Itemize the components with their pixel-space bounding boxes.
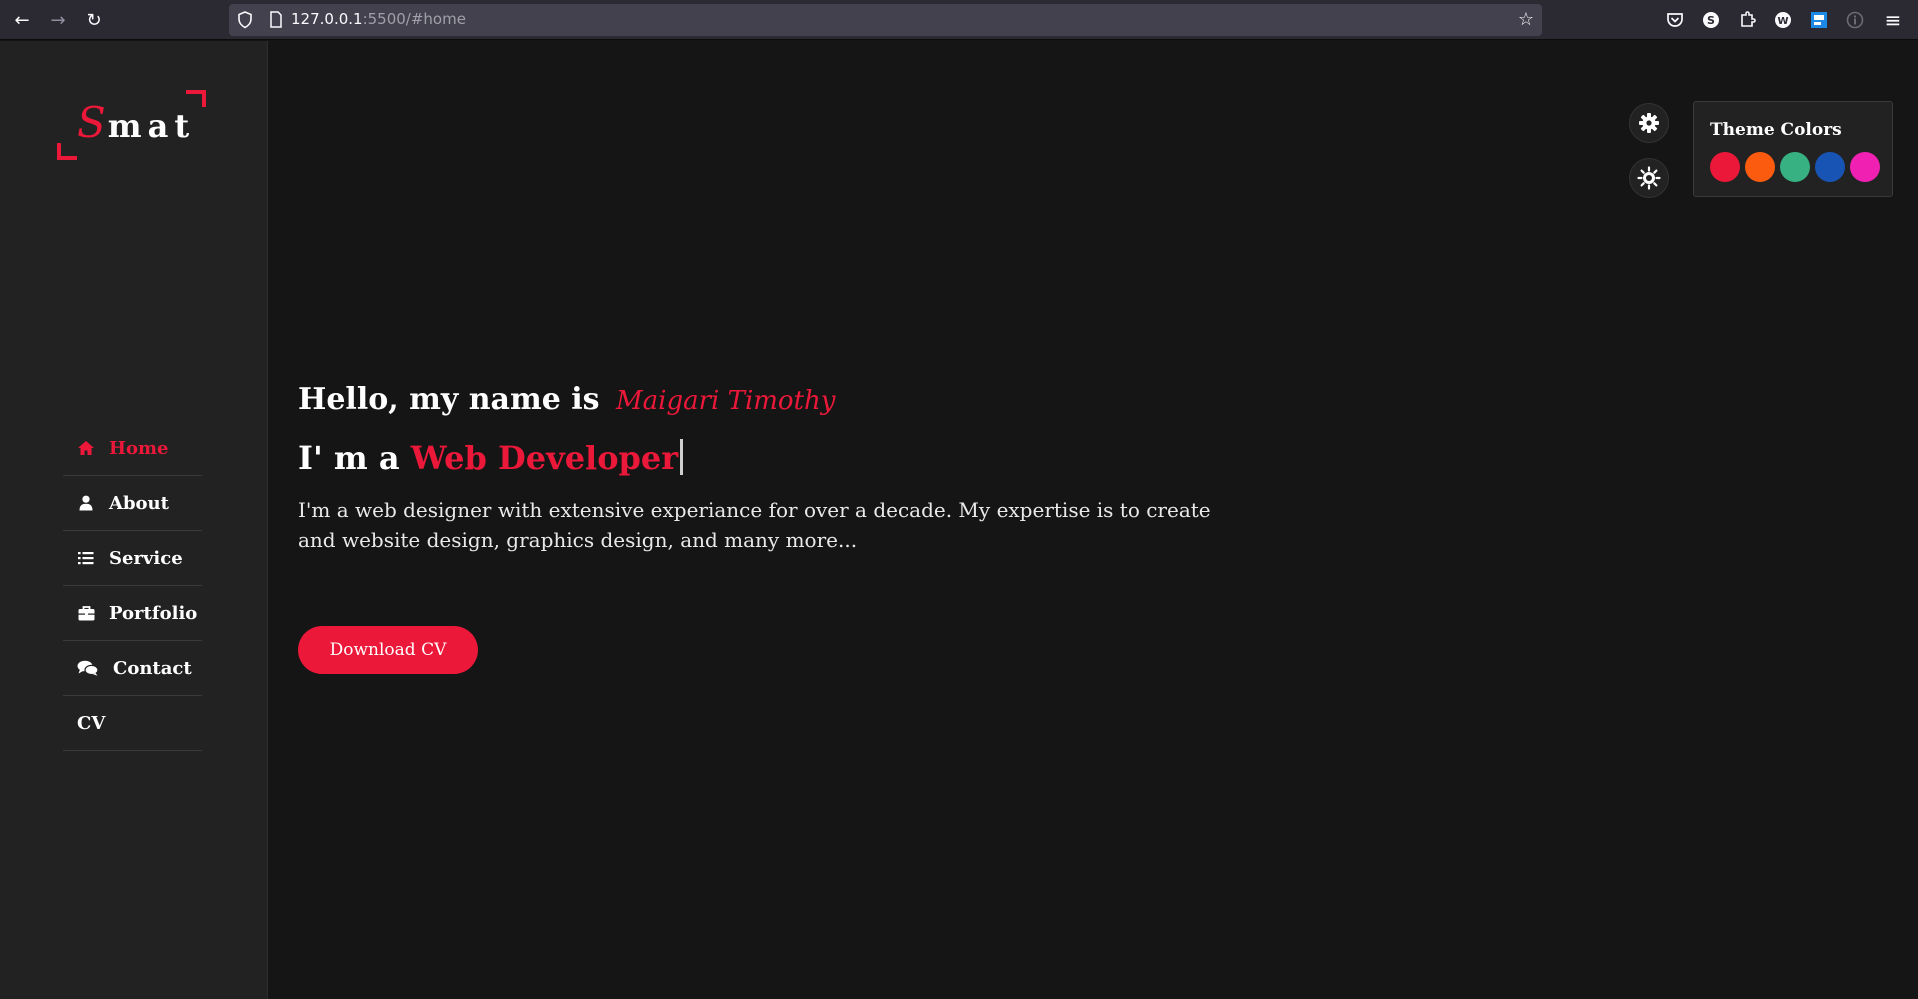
briefcase-icon [77, 604, 95, 622]
typing-role-text: Web Developer [410, 439, 679, 477]
swatch-color-2[interactable] [1745, 152, 1775, 182]
role-heading: I' m a Web Developer [298, 433, 1258, 483]
download-cv-button[interactable]: Download CV [298, 626, 478, 674]
browser-toolbar: ← → ↻ 127.0.0.1:5500/#home ☆ S W ≡ [0, 0, 1918, 40]
color-swatches [1710, 152, 1880, 182]
logo-rest: mat [107, 107, 196, 145]
page-info-icon[interactable] [269, 11, 283, 29]
swatch-color-3[interactable] [1780, 152, 1810, 182]
theme-colors-title: Theme Colors [1710, 120, 1842, 140]
nav-label-contact: Contact [113, 657, 192, 679]
swatch-color-4[interactable] [1815, 152, 1845, 182]
flag-extension-icon[interactable] [1808, 9, 1830, 31]
sidebar: Smat Home About Service Portfolio Contac… [0, 41, 268, 999]
main-nav: Home About Service Portfolio Contact CV [63, 421, 202, 751]
back-button[interactable]: ← [8, 8, 36, 32]
url-path: :5500/#home [362, 10, 466, 28]
home-icon [77, 439, 95, 457]
app-menu-icon[interactable]: ≡ [1882, 8, 1904, 32]
nav-label-cv: CV [77, 712, 106, 734]
home-section: Hello, my name is Maigari Timothy I' m a… [298, 375, 1258, 555]
info-extension-icon[interactable] [1844, 9, 1866, 31]
url-host: 127.0.0.1 [291, 10, 363, 28]
logo-first-letter: S [77, 98, 108, 147]
back-arrow-icon: ← [14, 9, 30, 31]
pocket-icon[interactable] [1664, 9, 1686, 31]
w-extension-icon[interactable]: W [1772, 9, 1794, 31]
logo-corner-bottom-left [57, 143, 77, 160]
nav-item-cv[interactable]: CV [63, 696, 202, 751]
person-name: Maigari Timothy [616, 386, 836, 416]
greeting-text: Hello, my name is [298, 382, 600, 417]
swatch-color-1[interactable] [1710, 152, 1740, 182]
sun-icon [1637, 166, 1661, 190]
url-text[interactable]: 127.0.0.1:5500/#home [291, 10, 466, 28]
theme-colors-panel: Theme Colors [1693, 101, 1893, 197]
greeting-heading: Hello, my name is Maigari Timothy [298, 375, 1258, 425]
tracking-shield-icon[interactable] [237, 11, 253, 29]
style-switcher-toggle[interactable] [1629, 103, 1669, 143]
nav-label-home: Home [109, 437, 169, 459]
nav-item-home[interactable]: Home [63, 421, 202, 476]
user-icon [77, 494, 95, 512]
forward-arrow-icon: → [50, 9, 66, 31]
reload-icon: ↻ [86, 9, 102, 31]
logo[interactable]: Smat [57, 88, 209, 160]
bookmark-star-icon[interactable]: ☆ [1518, 10, 1534, 30]
extensions-icon[interactable] [1736, 9, 1758, 31]
nav-item-about[interactable]: About [63, 476, 202, 531]
nav-item-service[interactable]: Service [63, 531, 202, 586]
forward-button[interactable]: → [44, 8, 72, 32]
nav-label-about: About [109, 492, 169, 514]
svg-text:W: W [1777, 16, 1788, 27]
swatch-color-5[interactable] [1850, 152, 1880, 182]
s-extension-icon[interactable]: S [1700, 9, 1722, 31]
nav-item-portfolio[interactable]: Portfolio [63, 586, 202, 641]
list-icon [77, 549, 95, 567]
url-bar[interactable]: 127.0.0.1:5500/#home ☆ [229, 4, 1542, 36]
logo-text: Smat [77, 98, 195, 147]
typing-cursor [680, 439, 684, 475]
nav-label-portfolio: Portfolio [109, 602, 198, 624]
comments-icon [77, 659, 99, 677]
nav-item-contact[interactable]: Contact [63, 641, 202, 696]
reload-button[interactable]: ↻ [80, 8, 108, 32]
svg-text:S: S [1707, 14, 1715, 27]
nav-label-service: Service [109, 547, 183, 569]
hero-description: I'm a web designer with extensive experi… [298, 498, 1211, 552]
day-night-toggle[interactable] [1629, 158, 1669, 198]
iam-text: I' m a [298, 439, 400, 477]
gear-icon [1639, 113, 1659, 133]
